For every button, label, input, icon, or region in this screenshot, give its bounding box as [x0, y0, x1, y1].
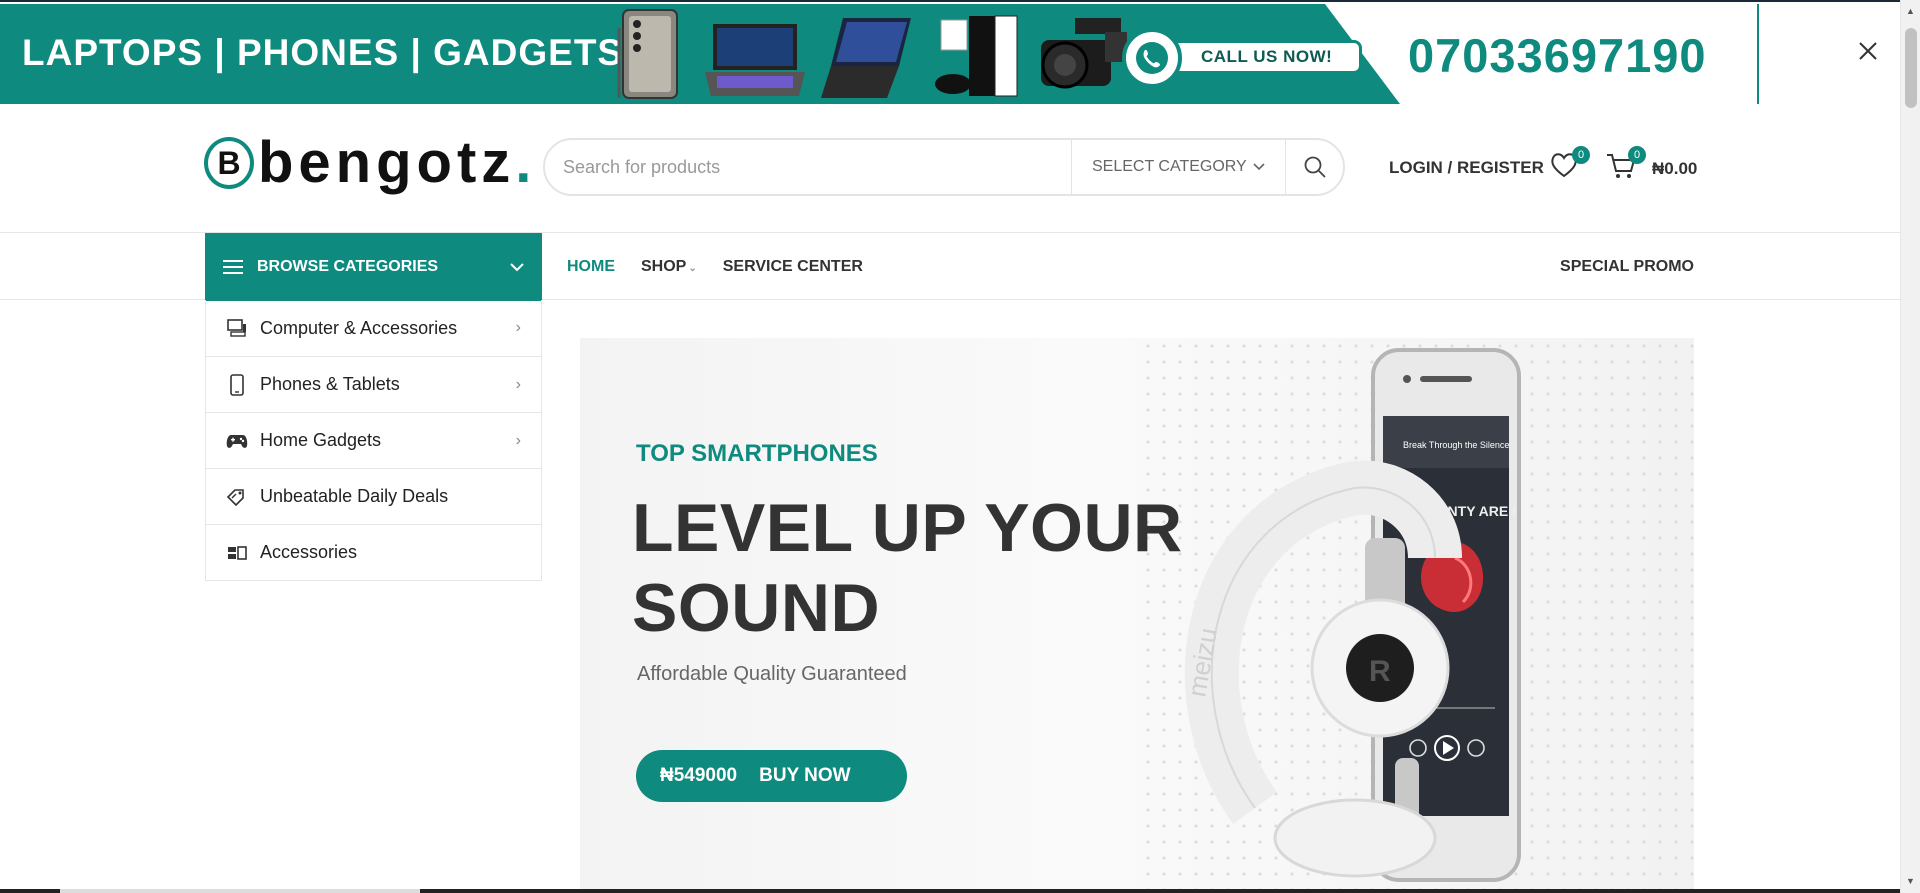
- promo-product-images: [615, 8, 1133, 100]
- gaming-laptop-image: [821, 18, 911, 98]
- smartphone-image: [617, 9, 678, 99]
- horizontal-scrollbar[interactable]: [0, 889, 1900, 893]
- category-item-home-gadgets[interactable]: Home Gadgets ›: [206, 412, 541, 468]
- category-item-computer[interactable]: Computer & Accessories ›: [206, 300, 541, 356]
- deal-tag-icon: [226, 486, 248, 508]
- chevron-down-icon: [510, 262, 524, 271]
- promo-divider: [1757, 4, 1759, 104]
- call-us-label: CALL US NOW!: [1162, 40, 1362, 74]
- category-select[interactable]: SELECT CATEGORY: [1071, 140, 1285, 194]
- hero-price: ₦549000: [660, 765, 738, 786]
- chevron-right-icon: ›: [515, 431, 521, 449]
- nav-links: HOME SHOP ⌄ SERVICE CENTER: [567, 233, 863, 300]
- chevron-down-icon: [1253, 163, 1265, 171]
- chevron-right-icon: ›: [515, 319, 521, 336]
- scroll-up-arrow-icon[interactable]: ▲: [1906, 6, 1915, 16]
- search-button[interactable]: [1285, 140, 1343, 194]
- camcorder-image: [1041, 18, 1127, 89]
- hero-eyebrow: TOP SMARTPHONES: [636, 440, 878, 467]
- logo-text: bengotz.: [258, 134, 536, 192]
- game-console-image: [935, 15, 1018, 97]
- promo-phone-number: 07033697190: [1408, 29, 1707, 82]
- cart-total[interactable]: ₦0.00: [1652, 159, 1697, 179]
- phone-screen-song: Break Through the Silence: [1403, 440, 1509, 450]
- category-item-accessories[interactable]: Accessories: [206, 524, 541, 580]
- phone-icon: [226, 373, 248, 396]
- wishlist-button[interactable]: 0: [1550, 146, 1590, 182]
- cart-button[interactable]: 0: [1606, 146, 1646, 182]
- category-label: Phones & Tablets: [260, 374, 400, 394]
- laptop-rgb-image: [705, 24, 805, 96]
- accessories-icon: [226, 542, 248, 564]
- category-label: Accessories: [260, 542, 358, 562]
- logo-name: bengotz: [258, 130, 516, 195]
- nav-link-home[interactable]: HOME: [567, 258, 615, 276]
- phone-and-headphones-image: Break Through the Silence MONTY ARE I me…: [1181, 348, 1521, 882]
- category-item-daily-deals[interactable]: Unbeatable Daily Deals: [206, 468, 541, 524]
- chevron-right-icon: ›: [515, 375, 521, 393]
- hero-banner[interactable]: TOP SMARTPHONES LEVEL UP YOUR SOUND Affo…: [580, 338, 1694, 893]
- category-label: Unbeatable Daily Deals: [260, 486, 449, 506]
- category-menu: Computer & Accessories › Phones & Tablet…: [205, 300, 542, 581]
- hamburger-icon: [223, 260, 243, 274]
- logo-mark: B: [204, 137, 254, 189]
- site-header: B bengotz. SELECT CATEGORY LOGIN / REGIS…: [0, 102, 1900, 233]
- search-input[interactable]: [545, 140, 1071, 194]
- category-label: Computer & Accessories: [260, 317, 458, 338]
- computer-icon: [226, 317, 248, 339]
- svg-text:R: R: [1369, 655, 1391, 688]
- wishlist-count-badge: 0: [1572, 146, 1590, 164]
- promo-banner[interactable]: LAPTOPS | PHONES | GADGETS CALL US NOW! …: [0, 0, 1900, 104]
- nav-link-shop-label: SHOP: [641, 257, 687, 275]
- buy-now-label: BUY NOW: [759, 765, 851, 786]
- search-bar: SELECT CATEGORY: [543, 138, 1345, 196]
- buy-now-button[interactable]: ₦549000 BUY NOW: [636, 750, 907, 802]
- browse-categories-label: BROWSE CATEGORIES: [257, 258, 439, 275]
- cart-count-badge: 0: [1628, 146, 1646, 164]
- category-item-phones[interactable]: Phones & Tablets ›: [206, 356, 541, 412]
- page-scrollbar[interactable]: ▲ ▼: [1900, 0, 1920, 893]
- search-icon: [1304, 156, 1326, 178]
- nav-link-shop[interactable]: SHOP ⌄: [641, 258, 697, 276]
- category-label: Home Gadgets: [260, 430, 382, 450]
- horizontal-scrollbar-thumb[interactable]: [60, 889, 420, 893]
- hero-title: LEVEL UP YOUR SOUND: [632, 490, 1183, 646]
- scrollbar-thumb[interactable]: [1905, 28, 1917, 108]
- scroll-down-arrow-icon[interactable]: ▼: [1906, 876, 1915, 886]
- site-logo[interactable]: B bengotz.: [204, 134, 536, 192]
- close-icon[interactable]: [1855, 38, 1881, 64]
- call-us-button[interactable]: CALL US NOW!: [1122, 28, 1362, 88]
- page: LAPTOPS | PHONES | GADGETS CALL US NOW! …: [0, 0, 1920, 893]
- promo-title: LAPTOPS | PHONES | GADGETS: [22, 32, 624, 73]
- whatsapp-icon: [1122, 28, 1182, 88]
- main-navigation: BROWSE CATEGORIES HOME SHOP ⌄ SERVICE CEN…: [0, 233, 1900, 301]
- category-select-label: SELECT CATEGORY: [1092, 158, 1247, 175]
- logo-dot: .: [515, 130, 537, 195]
- gamepad-icon: [226, 430, 248, 452]
- browse-categories-button[interactable]: BROWSE CATEGORIES: [205, 233, 542, 301]
- nav-link-special-promo[interactable]: SPECIAL PROMO: [1560, 233, 1694, 300]
- caret-down-icon: ⌄: [688, 262, 697, 274]
- login-register-link[interactable]: LOGIN / REGISTER: [1389, 158, 1544, 178]
- nav-link-service-center[interactable]: SERVICE CENTER: [723, 258, 863, 276]
- hero-subtitle: Affordable Quality Guaranteed: [637, 663, 907, 685]
